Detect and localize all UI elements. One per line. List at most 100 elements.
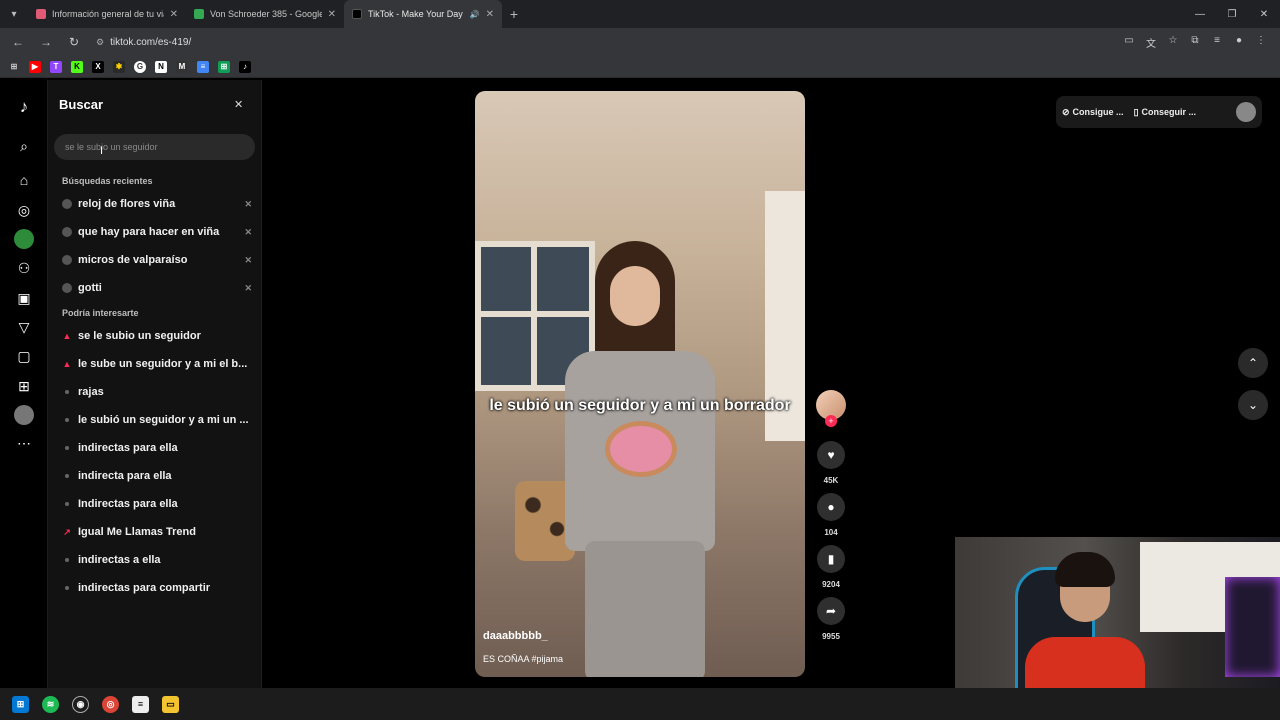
- profile-avatar-icon[interactable]: [14, 229, 34, 249]
- search-input[interactable]: [54, 134, 255, 160]
- video-player[interactable]: le subió un seguidor y a mi un borrador …: [475, 91, 805, 677]
- chrome-icon[interactable]: ◎: [102, 695, 119, 713]
- twitch-icon[interactable]: T: [50, 60, 62, 73]
- suggestion-item[interactable]: rajas: [62, 383, 252, 401]
- spotify-icon[interactable]: ≋: [42, 695, 59, 713]
- tab-favicon-icon: [36, 9, 46, 19]
- close-window-icon[interactable]: ✕: [1248, 9, 1280, 20]
- windows-start-icon[interactable]: ⊞: [12, 695, 29, 713]
- bullet-icon: [65, 474, 69, 478]
- suggestion-item[interactable]: Indirectas para ella: [62, 495, 252, 513]
- bookmark-icon[interactable]: ▮: [817, 545, 845, 573]
- restore-icon[interactable]: ❐: [1216, 9, 1248, 20]
- close-icon[interactable]: ✕: [328, 9, 336, 20]
- activity-icon[interactable]: ▢: [14, 346, 34, 366]
- user-avatar-icon[interactable]: [14, 405, 34, 425]
- recent-search-item[interactable]: gotti ✕: [62, 279, 252, 297]
- suggestion-item[interactable]: indirectas a ella: [62, 551, 252, 569]
- reload-icon[interactable]: ↻: [62, 35, 86, 49]
- search-icon[interactable]: ⌕: [14, 136, 34, 156]
- text-cursor-icon: I: [100, 145, 104, 157]
- bookmark-icon[interactable]: M: [176, 60, 188, 73]
- tiktok-logo-icon[interactable]: ♪: [14, 97, 34, 117]
- google-icon[interactable]: G: [134, 60, 146, 73]
- recent-search-item[interactable]: que hay para hacer en viña ✕: [62, 223, 252, 241]
- tiktok-favicon-icon: [352, 9, 362, 19]
- video-author[interactable]: daaabbbbb_: [483, 630, 548, 642]
- get-coins-button[interactable]: ⊘ Consigue ...: [1062, 107, 1124, 118]
- home-icon[interactable]: ⌂: [14, 170, 34, 190]
- live-icon[interactable]: ▣: [14, 288, 34, 308]
- upload-icon[interactable]: ⊞: [14, 376, 34, 396]
- obs-icon[interactable]: ◉: [72, 695, 89, 713]
- explore-icon[interactable]: ◎: [14, 200, 34, 220]
- suggestion-item[interactable]: indirecta para ella: [62, 467, 252, 485]
- kick-icon[interactable]: K: [71, 60, 83, 73]
- suggestion-item[interactable]: indirectas para compartir: [62, 579, 252, 597]
- bullet-icon: [65, 586, 69, 590]
- site-info-icon[interactable]: ⚙: [96, 37, 104, 48]
- minimize-icon[interactable]: —: [1184, 9, 1216, 20]
- suggestion-item[interactable]: ▲ se le subio un seguidor: [62, 327, 252, 345]
- recent-search-item[interactable]: reloj de flores viña ✕: [62, 195, 252, 213]
- back-icon[interactable]: ←: [6, 35, 30, 49]
- notion-icon[interactable]: N: [155, 60, 167, 73]
- share-icon[interactable]: ➦: [817, 597, 845, 625]
- recent-search-item[interactable]: micros de valparaíso ✕: [62, 251, 252, 269]
- like-heart-icon[interactable]: ♥: [817, 441, 845, 469]
- remove-icon[interactable]: ✕: [244, 227, 252, 238]
- docs-icon[interactable]: ≡: [197, 60, 209, 73]
- top-right-bar: ⊘ Consigue ... ▯ Conseguir ...: [1056, 96, 1262, 128]
- suggestion-item[interactable]: ▲ le sube un seguidor y a mi el b...: [62, 355, 252, 373]
- comment-icon[interactable]: ●: [817, 493, 845, 521]
- close-icon[interactable]: ✕: [170, 9, 178, 20]
- more-icon[interactable]: ⋯: [14, 433, 34, 453]
- suggestion-item[interactable]: indirectas para ella: [62, 439, 252, 457]
- windows-taskbar: ⊞ ≋ ◉ ◎ ≡ ▭: [0, 688, 1280, 720]
- new-tab-button[interactable]: +: [502, 6, 526, 22]
- menu-icon[interactable]: ⋮: [1254, 35, 1268, 50]
- apps-grid-icon[interactable]: ⊞: [8, 61, 20, 73]
- close-icon[interactable]: ✕: [486, 9, 494, 20]
- speaker-icon[interactable]: 🔊: [470, 10, 480, 19]
- url-text: tiktok.com/es-419/: [110, 36, 192, 48]
- remove-icon[interactable]: ✕: [244, 283, 252, 294]
- forward-icon[interactable]: →: [34, 35, 58, 49]
- history-icon: [62, 227, 72, 237]
- following-icon[interactable]: ⚇: [14, 258, 34, 278]
- url-field[interactable]: ⚙ tiktok.com/es-419/: [90, 31, 1100, 53]
- youtube-icon[interactable]: ▶: [29, 60, 41, 73]
- tiktok-bookmark-icon[interactable]: ♪: [239, 60, 251, 73]
- get-app-button[interactable]: ▯ Conseguir ...: [1134, 107, 1196, 118]
- browser-tab-3[interactable]: TikTok - Make Your Day 🔊 ✕: [344, 0, 502, 28]
- previous-video-button[interactable]: ⌃: [1238, 348, 1268, 378]
- address-bar: ← → ↻ ⚙ tiktok.com/es-419/ ▭ 文 ☆ ⧉ ≡ ● ⋮: [0, 28, 1280, 56]
- extension-icon[interactable]: ✱: [113, 60, 125, 73]
- extensions-icon[interactable]: ⧉: [1188, 35, 1202, 50]
- cast-icon[interactable]: ▭: [1122, 35, 1136, 50]
- messages-icon[interactable]: ▽: [14, 317, 34, 337]
- account-avatar[interactable]: [1236, 102, 1256, 122]
- app-icon[interactable]: ≡: [132, 695, 149, 713]
- suggestion-item[interactable]: ↗ Igual Me Llamas Trend: [62, 523, 252, 541]
- suggestion-item[interactable]: le subió un seguidor y a mi un ...: [62, 411, 252, 429]
- x-icon[interactable]: X: [92, 60, 104, 73]
- star-icon[interactable]: ☆: [1166, 35, 1180, 50]
- history-icon: [62, 255, 72, 265]
- file-explorer-icon[interactable]: ▭: [162, 695, 179, 713]
- browser-tab-2[interactable]: Von Schroeder 385 - Google M ✕: [186, 0, 344, 28]
- tab-search-icon[interactable]: ▾: [0, 0, 28, 28]
- next-video-button[interactable]: ⌄: [1238, 390, 1268, 420]
- media-icon[interactable]: ≡: [1210, 35, 1224, 50]
- maps-favicon-icon: [194, 9, 204, 19]
- close-icon[interactable]: ✕: [234, 98, 243, 111]
- browser-tab-1[interactable]: Información general de tu viaje ✕: [28, 0, 186, 28]
- bullet-icon: [65, 418, 69, 422]
- remove-icon[interactable]: ✕: [244, 199, 252, 210]
- translate-icon[interactable]: 文: [1144, 35, 1158, 50]
- sheets-icon[interactable]: ⊞: [218, 60, 230, 73]
- profile-icon[interactable]: ●: [1232, 35, 1246, 50]
- follow-plus-icon[interactable]: +: [825, 415, 837, 427]
- remove-icon[interactable]: ✕: [244, 255, 252, 266]
- history-icon: [62, 199, 72, 209]
